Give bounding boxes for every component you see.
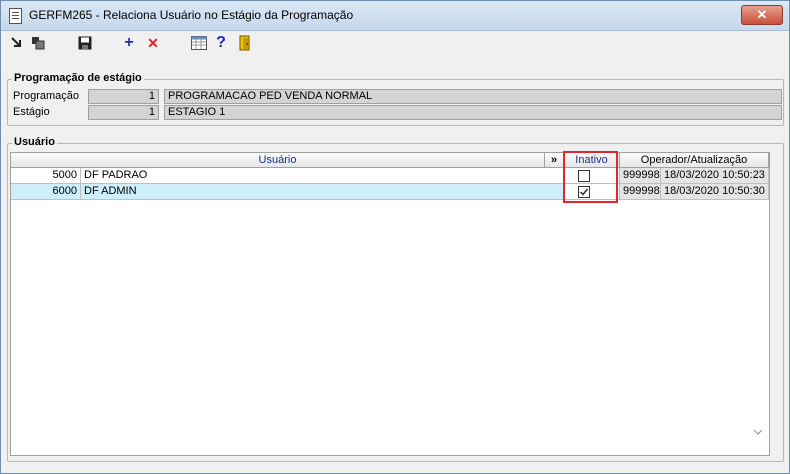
row-code: 6000 <box>11 184 81 200</box>
programacao-group-label: Programação de estágio <box>12 72 144 84</box>
save-icon[interactable] <box>77 35 93 51</box>
title-bar[interactable]: GERFM265 - Relaciona Usuário no Estágio … <box>1 1 789 31</box>
usuario-group-label: Usuário <box>12 136 57 148</box>
programacao-code-field[interactable]: 1 <box>88 89 159 104</box>
expand-columns-button[interactable]: » <box>545 153 564 168</box>
checkmark-icon <box>580 188 589 196</box>
row-operador: 999998 <box>620 168 661 184</box>
usuario-grid[interactable]: Usuário » Inativo Operador/Atualização 5… <box>10 152 770 456</box>
table-row[interactable]: 6000 DF ADMIN 999998 18/03/2020 10:50:30 <box>11 184 769 200</box>
close-button[interactable]: ✕ <box>741 5 783 25</box>
programacao-group: Programação de estágio Programação 1 PRO… <box>7 72 784 126</box>
estagio-desc-field[interactable]: ESTAGIO 1 <box>164 105 782 120</box>
copy-icon[interactable] <box>30 35 46 51</box>
row-name: DF ADMIN <box>81 184 564 200</box>
row-atualizacao: 18/03/2020 10:50:23 <box>661 168 769 184</box>
document-icon <box>9 8 22 24</box>
calendar-icon[interactable] <box>191 35 207 51</box>
row-atualizacao: 18/03/2020 10:50:30 <box>661 184 769 200</box>
add-icon[interactable]: + <box>121 34 137 51</box>
row-inativo-cell <box>564 184 620 200</box>
toolbar: + ✕ ? <box>1 31 789 55</box>
row-code: 5000 <box>11 168 81 184</box>
delete-icon[interactable]: ✕ <box>145 35 161 51</box>
window-title: GERFM265 - Relaciona Usuário no Estágio … <box>29 8 354 22</box>
row-operador: 999998 <box>620 184 661 200</box>
column-header-operador[interactable]: Operador/Atualização <box>620 153 769 168</box>
import-icon[interactable] <box>9 35 25 51</box>
estagio-code-field[interactable]: 1 <box>88 105 159 120</box>
inativo-checkbox[interactable] <box>578 170 590 182</box>
column-header-inativo[interactable]: Inativo <box>564 153 620 168</box>
estagio-label: Estágio <box>13 106 50 118</box>
exit-icon[interactable] <box>237 35 253 51</box>
row-inativo-cell <box>564 168 620 184</box>
programacao-label: Programação <box>13 90 80 102</box>
main-window: GERFM265 - Relaciona Usuário no Estágio … <box>0 0 790 474</box>
table-row[interactable]: 5000 DF PADRAO 999998 18/03/2020 10:50:2… <box>11 168 769 184</box>
row-name: DF PADRAO <box>81 168 564 184</box>
help-icon[interactable]: ? <box>213 34 229 51</box>
programacao-desc-field[interactable]: PROGRAMACAO PED VENDA NORMAL <box>164 89 782 104</box>
chevron-down-icon[interactable] <box>753 427 763 437</box>
inativo-checkbox-checked[interactable] <box>578 186 590 198</box>
column-header-usuario[interactable]: Usuário <box>11 153 545 168</box>
